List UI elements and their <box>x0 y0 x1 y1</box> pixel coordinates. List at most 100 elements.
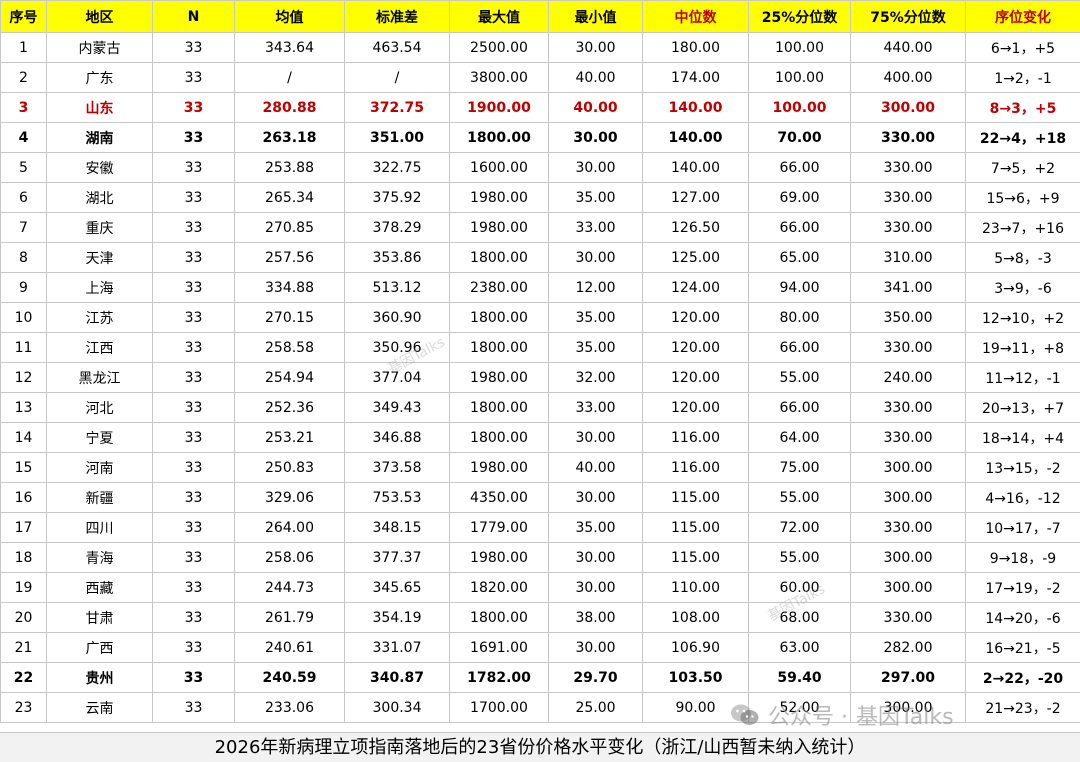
table-cell: 341.00 <box>851 273 966 303</box>
table-cell: 1800.00 <box>450 603 549 633</box>
table-cell: 1980.00 <box>450 213 549 243</box>
table-cell: 2 <box>1 63 47 93</box>
table-cell: 6 <box>1 183 47 213</box>
table-cell: 22 <box>1 663 47 693</box>
table-cell: 33 <box>153 303 235 333</box>
table-row: 16新疆33329.06753.534350.0030.00115.0055.0… <box>1 483 1080 513</box>
table-cell: 40.00 <box>549 453 643 483</box>
table-cell: 35.00 <box>549 333 643 363</box>
table-cell: 33 <box>153 453 235 483</box>
table-cell: 1→2，-1 <box>966 63 1080 93</box>
table-cell: 29.70 <box>549 663 643 693</box>
table-row: 1内蒙古33343.64463.542500.0030.00180.00100.… <box>1 33 1080 63</box>
table-cell: 334.88 <box>235 273 345 303</box>
table-cell: 1782.00 <box>450 663 549 693</box>
table-cell: 66.00 <box>749 393 851 423</box>
table-cell: 9→18，-9 <box>966 543 1080 573</box>
table-cell: 35.00 <box>549 183 643 213</box>
table-cell: 33 <box>153 513 235 543</box>
table-cell: 330.00 <box>851 513 966 543</box>
table-cell: 354.19 <box>345 603 450 633</box>
table-cell: 15 <box>1 453 47 483</box>
table-row: 17四川33264.00348.151779.0035.00115.0072.0… <box>1 513 1080 543</box>
table-cell: 115.00 <box>643 543 749 573</box>
table-cell: 330.00 <box>851 423 966 453</box>
table-cell: 297.00 <box>851 663 966 693</box>
table-cell: 346.88 <box>345 423 450 453</box>
table-cell: 12 <box>1 363 47 393</box>
table-cell: 1691.00 <box>450 633 549 663</box>
table-cell: 280.88 <box>235 93 345 123</box>
table-cell: 33 <box>153 63 235 93</box>
table-cell: 340.87 <box>345 663 450 693</box>
table-cell: 330.00 <box>851 603 966 633</box>
table-cell: 3800.00 <box>450 63 549 93</box>
column-header: 序号 <box>1 1 47 33</box>
table-cell: 33 <box>153 603 235 633</box>
table-cell: 68.00 <box>749 603 851 633</box>
table-cell: 52.00 <box>749 693 851 723</box>
table-cell: 66.00 <box>749 333 851 363</box>
table-cell: 9 <box>1 273 47 303</box>
table-cell: 10 <box>1 303 47 333</box>
table-cell: 32.00 <box>549 363 643 393</box>
table-cell: 55.00 <box>749 543 851 573</box>
table-cell: 11 <box>1 333 47 363</box>
table-cell: 300.00 <box>851 483 966 513</box>
table-row: 23云南33233.06300.341700.0025.0090.0052.00… <box>1 693 1080 723</box>
table-cell: 33 <box>153 483 235 513</box>
table-cell: 湖北 <box>47 183 153 213</box>
column-header: 75%分位数 <box>851 1 966 33</box>
table-cell: 66.00 <box>749 213 851 243</box>
table-cell: 90.00 <box>643 693 749 723</box>
table-cell: 33 <box>153 333 235 363</box>
table-cell: 17→19，-2 <box>966 573 1080 603</box>
table-cell: 270.85 <box>235 213 345 243</box>
table-cell: / <box>235 63 345 93</box>
table-cell: 30.00 <box>549 33 643 63</box>
table-cell: 174.00 <box>643 63 749 93</box>
table-row: 14宁夏33253.21346.881800.0030.00116.0064.0… <box>1 423 1080 453</box>
table-cell: 1600.00 <box>450 153 549 183</box>
table-cell: 14→20，-6 <box>966 603 1080 633</box>
table-cell: 33 <box>153 693 235 723</box>
table-cell: 253.21 <box>235 423 345 453</box>
table-cell: 343.64 <box>235 33 345 63</box>
table-cell: 33 <box>153 363 235 393</box>
table-cell: 1900.00 <box>450 93 549 123</box>
column-header: 中位数 <box>643 1 749 33</box>
table-cell: 20 <box>1 603 47 633</box>
table-cell: 115.00 <box>643 483 749 513</box>
table-cell: 64.00 <box>749 423 851 453</box>
table-cell: 120.00 <box>643 363 749 393</box>
table-cell: 6→1，+5 <box>966 33 1080 63</box>
table-row: 2广东33//3800.0040.00174.00100.00400.001→2… <box>1 63 1080 93</box>
table-cell: 7→5，+2 <box>966 153 1080 183</box>
table-cell: 2→22，-20 <box>966 663 1080 693</box>
column-header: 地区 <box>47 1 153 33</box>
table-cell: 33 <box>153 573 235 603</box>
table-cell: 河北 <box>47 393 153 423</box>
table-row: 9上海33334.88513.122380.0012.00124.0094.00… <box>1 273 1080 303</box>
table-cell: 300.00 <box>851 543 966 573</box>
table-cell: 河南 <box>47 453 153 483</box>
table-cell: 33 <box>153 213 235 243</box>
table-cell: 120.00 <box>643 303 749 333</box>
table-cell: 254.94 <box>235 363 345 393</box>
table-row: 22贵州33240.59340.871782.0029.70103.5059.4… <box>1 663 1080 693</box>
table-cell: 5 <box>1 153 47 183</box>
table-cell: 33 <box>153 153 235 183</box>
table-cell: 21→23，-2 <box>966 693 1080 723</box>
table-cell: 400.00 <box>851 63 966 93</box>
table-cell: 22→4，+18 <box>966 123 1080 153</box>
table-cell: 30.00 <box>549 633 643 663</box>
table-cell: 湖南 <box>47 123 153 153</box>
table-cell: 80.00 <box>749 303 851 333</box>
table-cell: 13→15，-2 <box>966 453 1080 483</box>
table-cell: 330.00 <box>851 213 966 243</box>
column-header: 最小值 <box>549 1 643 33</box>
table-cell: 黑龙江 <box>47 363 153 393</box>
table-cell: / <box>345 63 450 93</box>
table-cell: 33 <box>153 423 235 453</box>
price-table: 序号地区N均值标准差最大值最小值中位数25%分位数75%分位数序位变化 1内蒙古… <box>0 0 1080 723</box>
